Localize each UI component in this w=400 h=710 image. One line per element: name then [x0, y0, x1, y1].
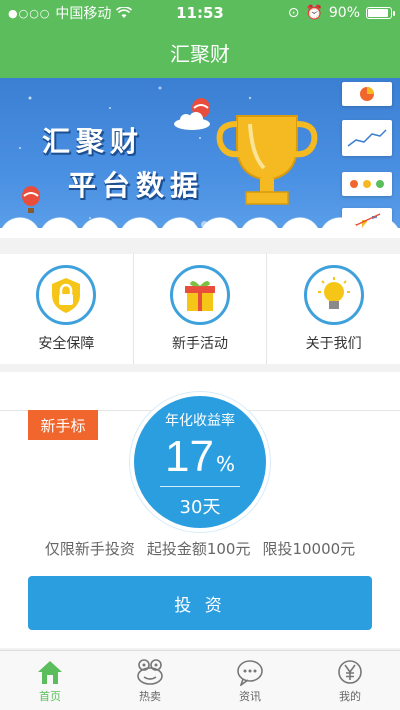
gift-icon — [170, 265, 230, 325]
rate-label: 年化收益率 — [165, 413, 235, 429]
tab-mine[interactable]: 我的 — [300, 651, 400, 710]
wifi-icon — [116, 7, 133, 18]
trophy-icon — [216, 115, 318, 205]
tab-label: 资讯 — [239, 689, 261, 703]
rate-circle: 年化收益率 17 % 30天 — [130, 392, 270, 532]
status-left: ●○○○ 中国移动 — [8, 3, 133, 23]
quick-item-security[interactable]: 安全保障 — [0, 254, 134, 364]
page-title: 汇聚财 — [170, 41, 230, 66]
lightbulb-icon — [303, 265, 364, 325]
status-right: ⊙ ⏰ 90% — [287, 5, 395, 21]
banner-title-line2: 平台数据 — [68, 169, 205, 202]
status-bar: ●○○○ 中国移动 11:53 ⊙ ⏰ 90% — [0, 0, 400, 26]
battery-fill — [368, 9, 388, 17]
info-newbie-only: 仅限新手投资 — [44, 540, 135, 558]
product-info: 仅限新手投资 起投金额100元 限投10000元 — [0, 538, 400, 559]
battery-percent: 90% — [328, 5, 360, 21]
rate-unit: % — [215, 452, 235, 476]
data-card-dots — [342, 172, 392, 196]
alarm-icon: ⏰ — [305, 5, 323, 21]
product-card[interactable]: 新手标 年化收益率 17 % 30天 仅限新手投资 起投金额100元 限投100… — [0, 372, 400, 648]
rate-value: 17 % — [165, 432, 235, 482]
tab-hot-sale[interactable]: 热卖 — [100, 651, 200, 710]
battery-icon — [366, 7, 395, 19]
quick-item-newbie-event[interactable]: 新手活动 — [134, 254, 268, 364]
data-card-line — [342, 120, 392, 156]
investment-term: 30天 — [179, 497, 221, 518]
quick-item-about-us[interactable]: 关于我们 — [267, 254, 400, 364]
yen-icon — [335, 658, 365, 686]
quick-label: 关于我们 — [305, 336, 362, 352]
data-card-pie — [342, 82, 392, 106]
carousel-indicator[interactable] — [175, 221, 208, 228]
cloud-icon — [174, 112, 210, 130]
tab-home[interactable]: 首页 — [0, 651, 100, 710]
tab-label: 热卖 — [139, 689, 161, 703]
chat-icon — [235, 658, 265, 686]
invest-button[interactable]: 投 资 — [28, 576, 372, 630]
quick-label: 新手活动 — [172, 336, 228, 352]
rotation-lock-icon: ⊙ — [287, 5, 300, 21]
banner-title-line1: 汇聚财 — [42, 125, 145, 158]
banner-carousel[interactable]: 汇聚财 平台数据 — [0, 78, 400, 238]
rate-number: 17 — [165, 432, 214, 481]
signal-icon: ●○○○ — [8, 6, 51, 20]
bottom-tab-bar: 首页 热卖 资讯 我的 — [0, 650, 400, 710]
info-min-amount: 起投金额100元 — [146, 540, 251, 558]
tab-label: 我的 — [339, 689, 361, 703]
tab-news[interactable]: 资讯 — [200, 651, 300, 710]
carousel-dot[interactable] — [175, 221, 182, 228]
tab-label: 首页 — [39, 689, 61, 703]
rate-divider — [160, 486, 240, 487]
quick-menu: 安全保障 新手活动 关于我们 — [0, 254, 400, 364]
cloud-base-decoration — [0, 228, 400, 238]
carousel-dot[interactable] — [188, 221, 195, 228]
info-max-amount: 限投10000元 — [262, 540, 356, 558]
home-icon — [35, 658, 65, 686]
frog-icon — [135, 658, 165, 686]
carousel-dot[interactable] — [201, 221, 208, 228]
quick-label: 安全保障 — [38, 336, 95, 352]
nav-bar: 汇聚财 — [0, 26, 400, 78]
lock-shield-icon — [36, 265, 97, 325]
carrier-name: 中国移动 — [55, 6, 112, 22]
newbie-tag: 新手标 — [28, 410, 98, 440]
